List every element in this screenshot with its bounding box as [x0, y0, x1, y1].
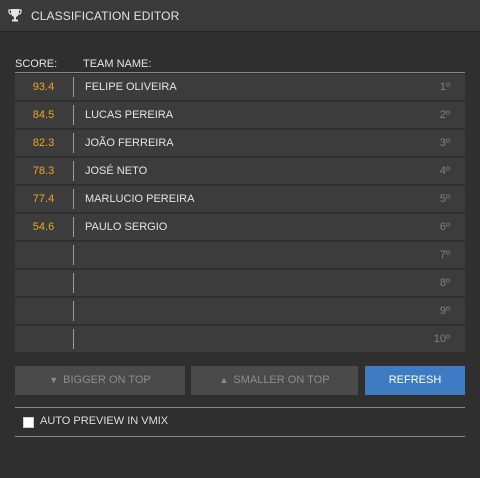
score-cell[interactable]: 77.4 [15, 186, 72, 212]
smaller-on-top-button[interactable]: ▲ SMALLER ON TOP [191, 366, 358, 395]
score-cell[interactable] [15, 270, 72, 296]
smaller-on-top-label: SMALLER ON TOP [233, 374, 330, 386]
rank-label: 9º [439, 305, 450, 317]
arrow-up-icon: ▲ [219, 375, 229, 385]
rank-label: 3º [439, 137, 450, 149]
cell-separator [73, 161, 74, 181]
classification-table: 93.4 FELIPE OLIVEIRA 1º 84.5 LUCAS PEREIRA 2º… [15, 74, 465, 354]
trophy-icon [8, 9, 22, 22]
bigger-on-top-button[interactable]: ▼ BIGGER ON TOP [15, 366, 185, 395]
table-row[interactable]: 8º [15, 270, 465, 296]
rank-label: 7º [439, 249, 450, 261]
rank-label: 1º [439, 81, 450, 93]
table-row[interactable]: 9º [15, 298, 465, 324]
table-row[interactable]: 77.4 MARLUCIO PEREIRA 5º [15, 186, 465, 212]
cell-separator [73, 301, 74, 321]
cell-separator [73, 329, 74, 349]
options-divider-top [15, 407, 465, 408]
table-row[interactable]: 93.4 FELIPE OLIVEIRA 1º [15, 74, 465, 100]
cell-separator [73, 217, 74, 237]
score-cell[interactable] [15, 242, 72, 268]
rank-label: 10º [433, 333, 450, 345]
bigger-on-top-label: BIGGER ON TOP [63, 374, 151, 386]
cell-separator [73, 273, 74, 293]
table-row[interactable]: 54.6 PAULO SERGIO 6º [15, 214, 465, 240]
score-cell[interactable]: 84.5 [15, 102, 72, 128]
rank-label: 5º [439, 193, 450, 205]
window-title: CLASSIFICATION EDITOR [31, 9, 180, 23]
team-name-cell[interactable]: PAULO SERGIO [85, 214, 167, 240]
refresh-label: REFRESH [388, 374, 442, 386]
table-row[interactable]: 82.3 JOÃO FERREIRA 3º [15, 130, 465, 156]
team-column-header: TEAM NAME: [83, 58, 152, 70]
score-column-header: SCORE: [15, 58, 58, 70]
table-row[interactable]: 78.3 JOSÉ NETO 4º [15, 158, 465, 184]
score-cell[interactable]: 93.4 [15, 74, 72, 100]
score-cell[interactable]: 54.6 [15, 214, 72, 240]
table-row[interactable]: 84.5 LUCAS PEREIRA 2º [15, 102, 465, 128]
rank-label: 2º [439, 109, 450, 121]
table-row[interactable]: 10º [15, 326, 465, 352]
refresh-button[interactable]: REFRESH [365, 366, 465, 395]
rank-label: 4º [439, 165, 450, 177]
auto-preview-label[interactable]: AUTO PREVIEW IN VMIX [40, 415, 168, 427]
score-cell[interactable]: 78.3 [15, 158, 72, 184]
auto-preview-checkbox[interactable] [23, 417, 34, 428]
score-cell[interactable] [15, 298, 72, 324]
team-name-cell[interactable]: MARLUCIO PEREIRA [85, 186, 194, 212]
arrow-down-icon: ▼ [49, 375, 59, 385]
cell-separator [73, 189, 74, 209]
score-cell[interactable]: 82.3 [15, 130, 72, 156]
team-name-cell[interactable]: FELIPE OLIVEIRA [85, 74, 177, 100]
team-name-cell[interactable]: LUCAS PEREIRA [85, 102, 173, 128]
score-cell[interactable] [15, 326, 72, 352]
cell-separator [73, 105, 74, 125]
cell-separator [73, 77, 74, 97]
team-name-cell[interactable]: JOÃO FERREIRA [85, 130, 174, 156]
rank-label: 8º [439, 277, 450, 289]
table-row[interactable]: 7º [15, 242, 465, 268]
title-bar: CLASSIFICATION EDITOR [0, 0, 480, 32]
team-name-cell[interactable]: JOSÉ NETO [85, 158, 147, 184]
rank-label: 6º [439, 221, 450, 233]
cell-separator [73, 133, 74, 153]
cell-separator [73, 245, 74, 265]
header-divider [15, 72, 465, 73]
options-divider-bottom [15, 436, 465, 437]
